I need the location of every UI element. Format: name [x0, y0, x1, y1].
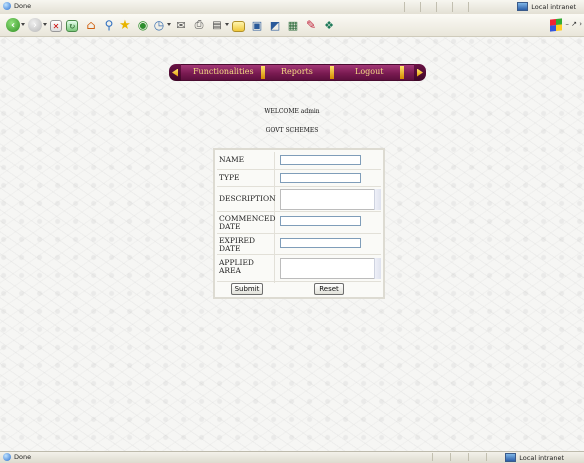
edit-dropdown-icon[interactable]	[225, 23, 229, 26]
type-label: TYPE	[219, 173, 240, 182]
page-title: GOVT SCHEMES	[265, 127, 319, 134]
type-input[interactable]	[280, 173, 361, 183]
status-done: Done	[3, 2, 31, 10]
status-divider	[420, 2, 421, 12]
back-dropdown-icon[interactable]	[21, 23, 25, 26]
description-textarea[interactable]	[280, 189, 381, 210]
status-divider	[404, 2, 405, 12]
zone-text: Local intranet	[519, 453, 564, 462]
search-icon[interactable]: ⚲	[102, 18, 116, 32]
addon-icon[interactable]: ❖	[322, 18, 336, 32]
stop-icon[interactable]: ✕	[50, 20, 62, 32]
nav-functionalities[interactable]: Functionalities	[193, 67, 254, 76]
commenced-date-input[interactable]	[280, 216, 361, 226]
computer-icon	[505, 453, 517, 462]
status-text: Done	[14, 453, 32, 461]
main-nav: Functionalities Reports Logout	[169, 64, 426, 81]
status-text: Done	[14, 2, 32, 10]
form-row-type: TYPE	[217, 169, 381, 187]
history-icon[interactable]: ◷	[152, 18, 166, 32]
top-status-bar: Done Local intranet	[0, 0, 584, 15]
applied-area-textarea[interactable]	[280, 258, 381, 279]
bottom-status-bar: Done Local intranet	[0, 451, 584, 463]
status-divider	[436, 2, 437, 12]
mail-icon[interactable]: ✉	[174, 18, 188, 32]
description-label: DESCRIPTION	[219, 194, 276, 203]
applied-area-label: APPLIED AREA	[219, 258, 254, 275]
window-controls[interactable]: – ↗ ›	[565, 20, 582, 28]
description-scrollbar[interactable]	[374, 189, 381, 210]
nav-separator	[330, 66, 334, 79]
reset-button[interactable]: Reset	[314, 283, 344, 295]
history-dropdown-icon[interactable]	[167, 23, 171, 26]
edit-icon[interactable]: ▤	[210, 18, 224, 32]
nav-separator	[400, 66, 404, 79]
form-row-applied-area: APPLIED AREA	[217, 254, 381, 281]
name-label: NAME	[219, 155, 245, 164]
windows-logo-icon	[550, 18, 562, 32]
zone-text: Local intranet	[531, 2, 576, 11]
form-row-actions: Submit Reset	[217, 281, 381, 296]
nav-right-cap-icon	[414, 64, 426, 81]
nav-logout[interactable]: Logout	[355, 67, 383, 76]
name-input[interactable]	[280, 155, 361, 165]
submit-button[interactable]: Submit	[231, 283, 263, 295]
status-divider	[486, 453, 487, 461]
security-zone: Local intranet	[517, 2, 576, 11]
back-icon[interactable]: ‹	[6, 18, 20, 32]
page-icon	[3, 453, 11, 461]
expired-date-label: EXPIRED DATE	[219, 236, 255, 253]
expired-date-input[interactable]	[280, 238, 361, 248]
status-divider	[468, 453, 469, 461]
tools-icon[interactable]: ✎	[304, 18, 318, 32]
home-icon[interactable]: ⌂	[84, 18, 98, 32]
browser-toolbar: ‹ › ✕ ↻ ⌂ ⚲ ★ ◉ ◷ ✉ ⎙ ▤ ▣ ◩ ▦ ✎ ❖ – ↗ ›	[0, 14, 584, 37]
form-row-expired: EXPIRED DATE	[217, 233, 381, 255]
refresh-icon[interactable]: ↻	[66, 20, 78, 32]
computer-icon	[517, 2, 529, 11]
commenced-date-label: COMMENCED DATE	[219, 214, 276, 231]
status-divider	[432, 453, 433, 461]
forward-icon[interactable]: ›	[28, 18, 42, 32]
welcome-text: WELCOME admin	[264, 108, 320, 115]
status-done: Done	[3, 453, 31, 461]
favorites-icon[interactable]: ★	[118, 18, 132, 33]
window-icon[interactable]: ▣	[250, 18, 264, 32]
status-divider	[468, 2, 469, 12]
status-divider	[452, 2, 453, 12]
status-divider	[450, 453, 451, 461]
applied-area-scrollbar[interactable]	[374, 258, 381, 279]
nav-reports[interactable]: Reports	[281, 67, 313, 76]
form-row-description: DESCRIPTION	[217, 186, 381, 212]
form-row-commenced: COMMENCED DATE	[217, 211, 381, 234]
messenger-icon[interactable]: ◩	[268, 18, 282, 32]
scheme-form: NAME TYPE DESCRIPTION COMMENCED DATE EXP…	[213, 148, 385, 299]
page-icon	[3, 2, 11, 10]
research-icon[interactable]: ▦	[286, 18, 300, 32]
security-zone: Local intranet	[505, 453, 564, 462]
folder-icon[interactable]	[232, 21, 245, 32]
form-row-name: NAME	[217, 152, 381, 169]
print-icon[interactable]: ⎙	[192, 18, 206, 32]
nav-left-cap-icon	[169, 64, 181, 81]
forward-dropdown-icon[interactable]	[43, 23, 47, 26]
media-icon[interactable]: ◉	[136, 18, 150, 32]
nav-separator	[261, 66, 265, 79]
